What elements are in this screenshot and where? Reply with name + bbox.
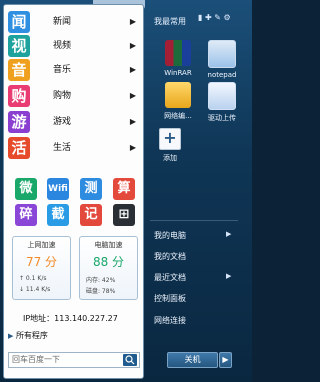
pc-speed-title: 电脑加速 <box>94 241 123 249</box>
menu-my-documents[interactable]: 我的文档 <box>154 251 186 262</box>
frequent-label: 我最常用 <box>154 17 186 26</box>
category-shopping[interactable]: 购 购物 ▶ <box>8 85 136 107</box>
tool-apps-grid[interactable]: ⊞ <box>113 204 135 226</box>
category-label: 新闻 <box>53 17 72 27</box>
all-programs-label: 所有程序 <box>15 331 48 340</box>
shutdown-button[interactable]: 关机 <box>167 352 218 368</box>
category-life[interactable]: 活 生活 ▶ <box>8 137 136 159</box>
pc-speed-score: 88 分 <box>92 255 125 269</box>
app-add[interactable]: + 添加 <box>145 128 195 163</box>
tool-wechat[interactable]: 微 <box>15 178 37 200</box>
memory-usage: 内存: 42% <box>86 277 116 284</box>
tool-test[interactable]: 测 <box>80 178 102 200</box>
chevron-right-icon: ▶ <box>226 230 232 238</box>
search-input[interactable]: 回车百度一下 <box>8 352 140 368</box>
menu-network-connections[interactable]: 网络连接 <box>154 315 186 326</box>
menu-label: 我的文档 <box>154 252 186 261</box>
app-label: 网络编... <box>164 112 192 120</box>
shutdown-options-button[interactable]: ▶ <box>219 352 232 368</box>
category-music[interactable]: 音 音乐 ▶ <box>8 59 136 81</box>
app-notepad[interactable]: notepad <box>197 40 247 79</box>
header-tools-icon[interactable]: ▮ ✚ ✎ ⚙ <box>198 13 231 22</box>
plus-icon: + <box>159 128 181 150</box>
category-games[interactable]: 游 游戏 ▶ <box>8 111 136 133</box>
chevron-right-icon: ▶ <box>129 41 136 50</box>
life-icon: 活 <box>8 137 30 159</box>
app-label: WinRAR <box>164 69 192 77</box>
menu-label: 网络连接 <box>154 316 186 325</box>
chevron-right-icon: ▶ <box>129 143 136 152</box>
category-label: 游戏 <box>53 117 72 127</box>
category-label: 生活 <box>53 143 72 153</box>
music-icon: 音 <box>8 59 30 81</box>
category-label: 视频 <box>53 41 72 51</box>
tool-shredder[interactable]: 碎 <box>15 204 37 226</box>
disk-usage: 磁盘: 78% <box>86 288 116 295</box>
app-driver-upload[interactable]: 驱动上传 <box>197 82 247 123</box>
all-programs[interactable]: ▶ 所有程序 <box>8 330 48 341</box>
notepad-icon <box>208 40 236 68</box>
shopping-icon: 购 <box>8 85 30 107</box>
menu-my-computer[interactable]: 我的电脑 ▶ <box>154 230 231 241</box>
upload-rate: ↑ 0.1 K/s <box>19 275 47 282</box>
menu-label: 控制面板 <box>154 294 186 303</box>
tool-screenshot[interactable]: 截 <box>47 204 69 226</box>
network-speed-title: 上网加速 <box>27 241 56 249</box>
chevron-right-icon: ▶ <box>129 17 136 26</box>
chevron-right-icon: ▶ <box>129 65 136 74</box>
tool-wifi[interactable]: Wifi <box>47 178 69 200</box>
category-news[interactable]: 闻 新闻 ▶ <box>8 11 136 33</box>
games-icon: 游 <box>8 111 30 133</box>
app-label: 驱动上传 <box>208 114 236 122</box>
search-icon[interactable] <box>123 354 137 366</box>
video-icon: 视 <box>8 35 30 57</box>
menu-control-panel[interactable]: 控制面板 <box>154 293 186 304</box>
app-winrar[interactable]: WinRAR <box>153 40 203 77</box>
pc-speed-box[interactable]: 电脑加速 88 分 内存: 42% 磁盘: 78% <box>79 236 138 300</box>
category-label: 音乐 <box>53 65 72 75</box>
tool-calculator[interactable]: 算 <box>113 178 135 200</box>
tool-notes[interactable]: 记 <box>80 204 102 226</box>
winrar-icon <box>165 40 191 66</box>
chevron-right-icon: ▶ <box>129 91 136 100</box>
driver-upload-icon <box>208 82 236 110</box>
network-editor-icon <box>165 82 191 108</box>
menu-label: 最近文档 <box>154 273 186 282</box>
download-rate: ↓ 11.4 K/s <box>19 286 51 293</box>
network-speed-score: 77 分 <box>25 255 58 269</box>
app-network-editor[interactable]: 网络编... <box>153 82 203 121</box>
menu-recent-documents[interactable]: 最近文档 ▶ <box>154 272 231 283</box>
category-label: 购物 <box>53 91 72 101</box>
app-label: 添加 <box>163 154 177 162</box>
menu-label: 我的电脑 <box>154 231 186 240</box>
news-icon: 闻 <box>8 11 30 33</box>
network-speed-box[interactable]: 上网加速 77 分 ↑ 0.1 K/s ↓ 11.4 K/s <box>12 236 71 300</box>
ip-address: IP地址：113.140.227.27 <box>23 314 118 323</box>
app-label: notepad <box>207 71 237 79</box>
category-video[interactable]: 视 视频 ▶ <box>8 35 136 57</box>
chevron-right-icon: ▶ <box>129 117 136 126</box>
play-icon: ▶ <box>8 332 14 340</box>
chevron-right-icon: ▶ <box>226 272 232 280</box>
divider <box>150 220 238 221</box>
